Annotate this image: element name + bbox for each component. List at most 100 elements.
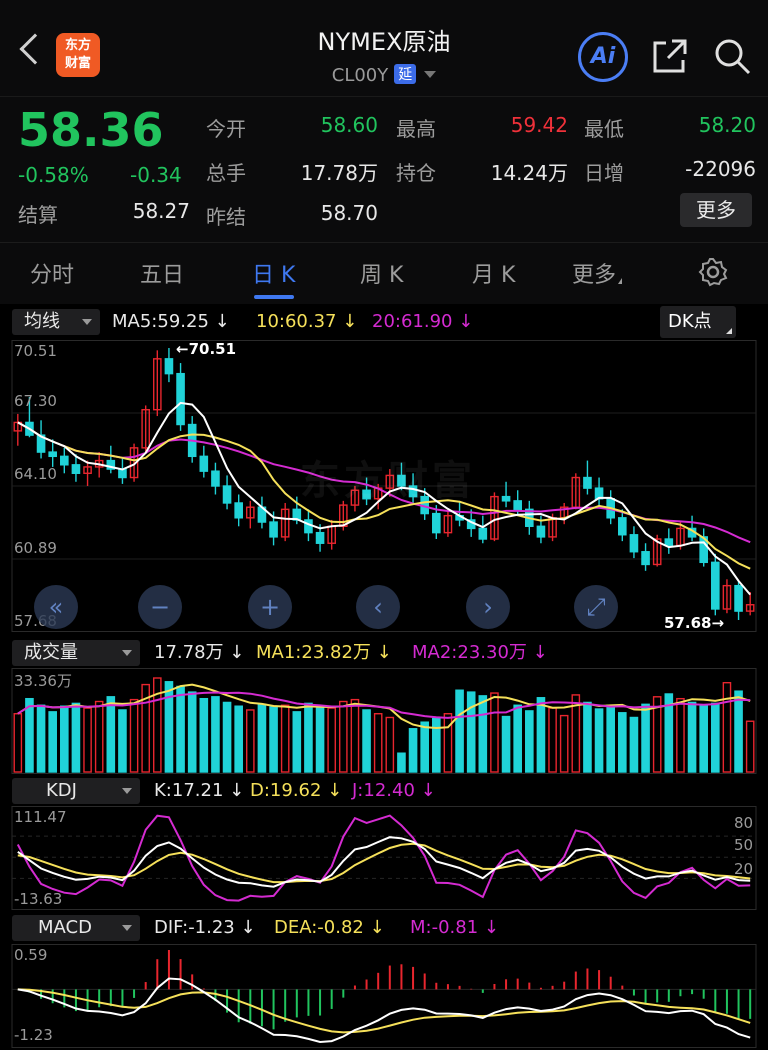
tab-weekly-k[interactable]: 周 K xyxy=(360,257,403,289)
watermark: 东方财富 xyxy=(300,458,476,504)
volume-bar xyxy=(443,713,453,773)
double-chevron-left-icon: « xyxy=(48,593,64,621)
open-interest-value: 14.24万 xyxy=(490,161,568,185)
volume-bar xyxy=(466,691,476,773)
volume-bar xyxy=(711,702,720,773)
gear-icon[interactable] xyxy=(698,257,728,287)
volume-bar xyxy=(106,696,116,773)
tab-intraday[interactable]: 分时 xyxy=(30,257,74,289)
fullscreen-button[interactable]: ⤢ xyxy=(574,585,618,629)
volume-bar xyxy=(559,714,569,773)
chevron-down-icon xyxy=(122,925,132,931)
volume-axis-label: 33.36万 xyxy=(14,672,72,690)
candle-body xyxy=(222,485,232,504)
volume-bar xyxy=(164,681,174,773)
candle-body xyxy=(536,525,546,538)
candle-body xyxy=(478,527,488,540)
volume-bar xyxy=(13,713,23,773)
macd-m: M:-0.81 ↓ xyxy=(410,917,499,938)
candle-body xyxy=(211,470,220,487)
candle-body xyxy=(315,531,325,544)
volume-bar xyxy=(583,701,592,773)
volume-bar xyxy=(339,700,348,773)
volume-bar xyxy=(362,709,371,773)
volume-ma2: MA2:23.30万 ↓ xyxy=(412,642,548,663)
kdj-indicator-selector[interactable]: KDJ xyxy=(12,778,140,804)
volume-bar xyxy=(478,695,488,773)
volume-chart[interactable] xyxy=(0,668,768,774)
max-price-marker: ←70.51 xyxy=(176,340,236,358)
volume-indicator-selector[interactable]: 成交量 xyxy=(12,640,140,666)
tab-more-label: 更多 xyxy=(572,263,617,288)
prev-settle-label: 昨结 xyxy=(206,205,246,229)
daily-increase-label: 日增 xyxy=(584,161,624,185)
volume-bar xyxy=(222,701,232,773)
kdj-level-20: 20 xyxy=(734,860,754,878)
candle-body xyxy=(234,502,243,519)
scroll-far-left-button[interactable]: « xyxy=(34,585,78,629)
kdj-chart[interactable] xyxy=(0,806,768,910)
quote-panel: 58.36 -0.58% -0.34 结算 58.27 今开 58.60 最高 … xyxy=(0,96,768,242)
chevron-down-icon xyxy=(82,319,92,325)
volume-bar xyxy=(257,703,267,773)
volume-bar xyxy=(234,705,243,773)
delay-badge: 延 xyxy=(394,64,417,84)
ma10-value: 10:60.37 ↓ xyxy=(256,311,358,332)
settle-label: 结算 xyxy=(18,203,58,227)
candle-body xyxy=(304,519,313,534)
volume-bar xyxy=(501,715,511,773)
corner-triangle-icon xyxy=(726,328,732,334)
volume-ma2-line xyxy=(17,691,751,719)
volume-bar xyxy=(641,703,650,773)
settle-value: 58.27 xyxy=(132,199,190,223)
corner-triangle-icon xyxy=(618,278,623,284)
low-label: 最低 xyxy=(584,117,624,141)
macd-axis-top: 0.59 xyxy=(14,946,48,964)
volume-bar xyxy=(118,709,127,773)
volume-bar xyxy=(385,716,395,773)
tab-daily-k[interactable]: 日 K xyxy=(252,257,295,289)
share-icon[interactable] xyxy=(652,38,688,74)
volume-bar xyxy=(594,708,604,773)
macd-chart[interactable] xyxy=(0,944,768,1048)
chevron-left-icon: ‹ xyxy=(373,593,383,621)
zoom-out-button[interactable]: − xyxy=(138,585,182,629)
ma-indicator-selector[interactable]: 均线 xyxy=(12,309,100,335)
plus-icon: + xyxy=(259,593,281,621)
scroll-left-button[interactable]: ‹ xyxy=(356,585,400,629)
chevron-down-icon xyxy=(122,788,132,794)
macd-dif: DIF:-1.23 ↓ xyxy=(154,917,256,938)
volume-bar xyxy=(36,704,46,773)
zoom-in-button[interactable]: + xyxy=(248,585,292,629)
volume-bar xyxy=(687,701,697,773)
kdj-j-line xyxy=(16,814,751,902)
open-interest-label: 持仓 xyxy=(396,161,436,185)
high-value: 59.42 xyxy=(510,113,568,137)
chart-frame xyxy=(11,806,757,910)
tab-five-day[interactable]: 五日 xyxy=(140,257,184,289)
volume-bar xyxy=(699,705,708,773)
change-percent: -0.58% xyxy=(18,163,89,187)
marker-arrow: ← xyxy=(176,340,189,358)
tab-more[interactable]: 更多 xyxy=(572,257,623,289)
macd-indicator-selector[interactable]: MACD xyxy=(12,915,140,941)
more-button[interactable]: 更多 xyxy=(680,193,752,227)
scroll-right-button[interactable]: › xyxy=(466,585,510,629)
expand-icon: ⤢ xyxy=(586,593,606,621)
dk-point-button[interactable]: DK点 xyxy=(660,306,736,338)
volume-bar xyxy=(525,710,534,773)
volume-bar xyxy=(315,705,325,773)
change-value: -0.34 xyxy=(130,163,182,187)
kdj-level-50: 50 xyxy=(734,836,754,854)
kdj-level-80: 80 xyxy=(734,814,754,832)
volume-bar xyxy=(246,709,255,773)
volume-bar xyxy=(199,697,209,773)
candle-body xyxy=(618,517,627,536)
volume-bar xyxy=(490,692,499,773)
tab-monthly-k[interactable]: 月 K xyxy=(472,257,515,289)
ai-assistant-button[interactable]: Ai xyxy=(578,32,628,82)
ma-selector-label: 均线 xyxy=(24,311,60,332)
volume-bar xyxy=(676,697,685,773)
max-price-marker-value: 70.51 xyxy=(188,340,237,358)
search-icon[interactable] xyxy=(712,36,752,76)
